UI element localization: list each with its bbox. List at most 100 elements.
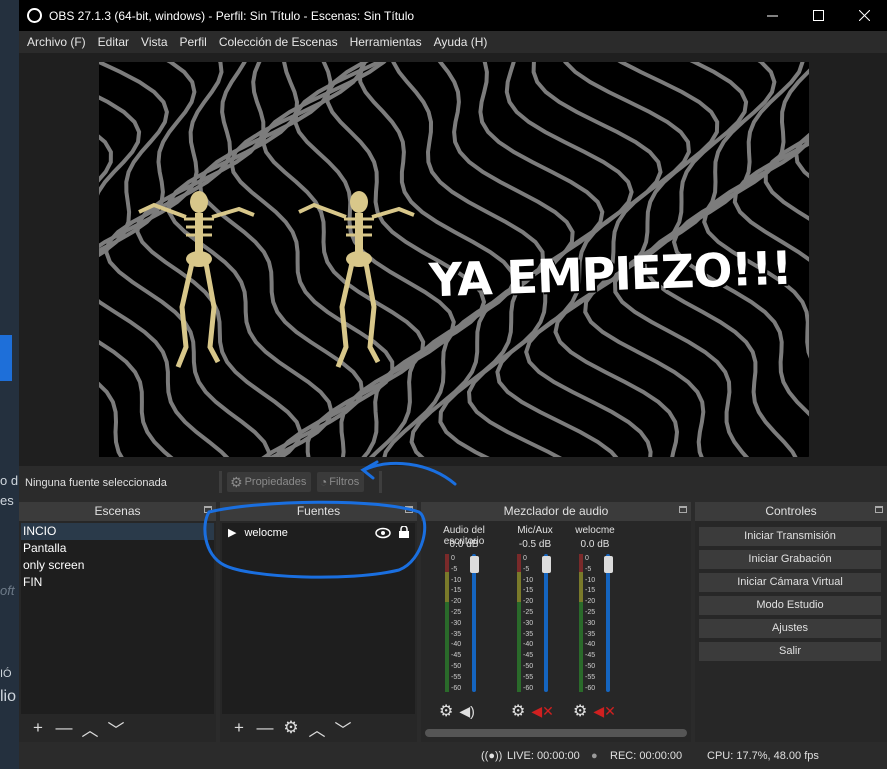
volume-slider-handle[interactable] <box>470 556 479 573</box>
gear-icon[interactable]: ⚙ <box>573 701 587 721</box>
db-tick-label: -50 <box>451 662 462 670</box>
db-tick-label: -55 <box>585 673 596 681</box>
rec-icon: ● <box>591 750 598 762</box>
db-tick-label: -15 <box>523 587 534 595</box>
sources-header: Fuentes <box>220 502 417 521</box>
db-tick-label: -5 <box>585 565 592 573</box>
gear-icon[interactable]: ⚙ <box>511 701 525 721</box>
scene-item[interactable]: FIN <box>21 574 214 591</box>
db-tick-label: -60 <box>585 684 596 692</box>
volume-slider-handle[interactable] <box>542 556 551 573</box>
db-tick-label: -35 <box>585 630 596 638</box>
remove-icon[interactable]: — <box>252 715 278 741</box>
gear-icon[interactable]: ⚙ <box>439 701 453 721</box>
scene-item[interactable]: INCIO <box>21 523 214 540</box>
toolbar-separator <box>379 471 382 493</box>
bg-text-fragment: oft <box>0 583 15 598</box>
menu-herramientas[interactable]: Herramientas <box>344 35 428 49</box>
db-tick-label: -5 <box>523 565 530 573</box>
properties-label: Propiedades <box>244 476 307 488</box>
bg-text-fragment: IÓ <box>0 668 12 680</box>
db-tick-label: -45 <box>451 652 462 660</box>
undock-icon[interactable] <box>875 506 883 513</box>
db-tick-label: -25 <box>523 608 534 616</box>
scenes-toolbar: + — ︿ ﹀ <box>19 714 216 742</box>
exit-button[interactable]: Salir <box>699 642 881 661</box>
status-bar: ((●)) LIVE: 00:00:00 ● REC: 00:00:00 CPU… <box>19 743 887 769</box>
add-icon[interactable]: + <box>25 715 51 741</box>
controls-dock: Controles Iniciar Transmisión Iniciar Gr… <box>695 502 887 742</box>
sources-list: ▶ welocme <box>222 523 415 714</box>
db-tick-label: 0 <box>585 555 589 562</box>
controls-header: Controles <box>695 502 887 521</box>
live-status: LIVE: 00:00:00 <box>507 750 580 762</box>
menu-coleccion-escenas[interactable]: Colección de Escenas <box>213 35 344 49</box>
menu-vista[interactable]: Vista <box>135 35 173 49</box>
db-tick-label: -60 <box>451 684 462 692</box>
undock-icon[interactable] <box>405 506 413 513</box>
lock-icon[interactable] <box>399 526 409 538</box>
move-down-icon[interactable]: ﹀ <box>330 715 356 741</box>
db-tick-label: 0 <box>523 555 527 562</box>
db-tick-label: -30 <box>585 619 596 627</box>
scene-item[interactable]: Pantalla <box>21 540 214 557</box>
channel-tools: ⚙ ◀✕ <box>573 701 616 721</box>
muted-speaker-icon[interactable]: ◀✕ <box>593 703 616 720</box>
volume-slider[interactable] <box>472 554 476 692</box>
muted-speaker-icon[interactable]: ◀✕ <box>531 703 554 720</box>
channel-tools: ⚙ ◀) <box>439 701 475 721</box>
undock-icon[interactable] <box>679 506 687 513</box>
menu-archivo[interactable]: Archivo (F) <box>21 35 92 49</box>
preview-canvas[interactable]: YA EMPIEZO!!! <box>99 62 809 457</box>
scene-item[interactable]: only screen <box>21 557 214 574</box>
move-up-icon[interactable]: ︿ <box>77 715 103 741</box>
start-virtual-camera-button[interactable]: Iniciar Cámara Virtual <box>699 573 881 592</box>
filters-button[interactable]: ◔ Filtros <box>317 472 365 492</box>
close-button[interactable] <box>841 0 887 31</box>
db-tick-label: -30 <box>451 619 462 627</box>
skeleton-right <box>298 191 415 368</box>
move-down-icon[interactable]: ﹀ <box>103 715 129 741</box>
move-up-icon[interactable]: ︿ <box>304 715 330 741</box>
eye-icon[interactable] <box>375 527 391 539</box>
bg-text-fragment: es <box>0 493 14 508</box>
start-recording-button[interactable]: Iniciar Grabación <box>699 550 881 569</box>
maximize-button[interactable] <box>795 0 841 31</box>
no-source-label: Ninguna fuente seleccionada <box>25 477 167 489</box>
start-streaming-button[interactable]: Iniciar Transmisión <box>699 527 881 546</box>
db-tick-label: -25 <box>585 608 596 616</box>
menu-ayuda[interactable]: Ayuda (H) <box>428 35 494 49</box>
menu-editar[interactable]: Editar <box>92 35 135 49</box>
undock-icon[interactable] <box>204 506 212 513</box>
db-tick-label: -50 <box>523 662 534 670</box>
mixer-header: Mezclador de audio <box>421 502 691 521</box>
mixer-scrollbar[interactable] <box>425 729 687 737</box>
speaker-icon[interactable]: ◀) <box>459 703 474 720</box>
studio-mode-button[interactable]: Modo Estudio <box>699 596 881 615</box>
minimize-button[interactable] <box>749 0 795 31</box>
remove-icon[interactable]: — <box>51 715 77 741</box>
bg-blue-button <box>0 335 12 381</box>
source-name: welocme <box>244 526 288 539</box>
skeleton-left <box>138 191 255 368</box>
bg-text-fragment: lio <box>0 688 17 705</box>
properties-button[interactable]: ⚙ Propiedades <box>227 472 312 492</box>
menu-perfil[interactable]: Perfil <box>174 35 213 49</box>
settings-button[interactable]: Ajustes <box>699 619 881 638</box>
db-tick-label: -10 <box>451 576 462 584</box>
source-item[interactable]: ▶ welocme <box>224 523 413 542</box>
controls-title: Controles <box>765 504 817 518</box>
db-tick-label: -5 <box>451 565 458 573</box>
sources-toolbar: + — ⚙ ︿ ﹀ <box>220 714 417 742</box>
gear-icon[interactable]: ⚙ <box>278 715 304 741</box>
maximize-icon <box>812 10 824 21</box>
title-bar: OBS 27.1.3 (64-bit, windows) - Perfil: S… <box>19 0 887 31</box>
db-tick-label: -20 <box>523 598 534 606</box>
add-icon[interactable]: + <box>226 715 252 741</box>
volume-slider[interactable] <box>544 554 548 692</box>
db-tick-label: -15 <box>585 587 596 595</box>
volume-slider[interactable] <box>606 554 610 692</box>
menu-bar: Archivo (F) Editar Vista Perfil Colecció… <box>19 31 887 53</box>
volume-slider-handle[interactable] <box>604 556 613 573</box>
db-tick-label: -60 <box>523 684 534 692</box>
